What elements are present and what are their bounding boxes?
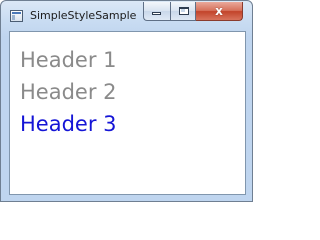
maximize-button[interactable] xyxy=(170,2,196,21)
minimize-icon xyxy=(152,12,161,15)
app-window-icon[interactable] xyxy=(10,10,23,22)
close-icon: x xyxy=(215,4,223,18)
window-title: SimpleStyleSample xyxy=(30,9,137,22)
application-window: SimpleStyleSample x Header 1 Header 2 He… xyxy=(0,0,253,202)
minimize-button[interactable] xyxy=(143,2,170,21)
title-bar[interactable]: SimpleStyleSample x xyxy=(1,1,252,30)
header-2-text: Header 2 xyxy=(20,80,117,104)
window-content: Header 1 Header 2 Header 3 xyxy=(9,31,246,195)
header-1-text: Header 1 xyxy=(20,48,117,72)
header-3-text: Header 3 xyxy=(20,112,117,136)
maximize-icon xyxy=(179,7,189,15)
close-button[interactable]: x xyxy=(196,2,243,21)
